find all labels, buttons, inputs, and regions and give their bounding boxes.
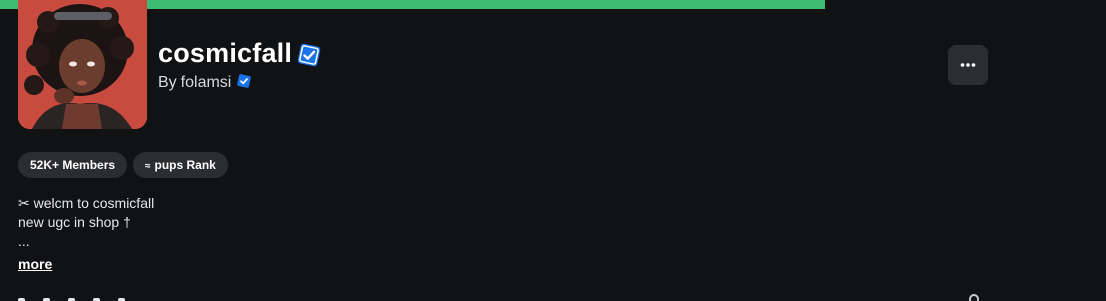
members-count-pill[interactable]: 52K+ Members xyxy=(18,152,128,178)
group-avatar[interactable] xyxy=(18,0,147,129)
group-title: cosmicfall xyxy=(158,38,293,68)
rank-pill[interactable]: ≈ pups Rank xyxy=(133,152,228,178)
group-owner-line: By folamsi xyxy=(158,73,252,93)
group-header-page: cosmicfall By folamsi 52K+ Members ≈ pups … xyxy=(0,0,1106,301)
description-line: ✂ welcm to cosmicfall xyxy=(18,195,155,211)
rank-icon: ≈ xyxy=(145,161,151,172)
cut-off-icon xyxy=(969,294,979,301)
owner-verified-icon xyxy=(237,74,252,88)
description-more-link[interactable]: more xyxy=(18,256,52,272)
cut-off-heading xyxy=(18,292,158,301)
group-description: ✂ welcm to cosmicfall new ugc in shop † … xyxy=(18,194,154,251)
group-avatar-image xyxy=(18,0,147,129)
owner-name-link[interactable]: folamsi xyxy=(181,74,232,91)
rank-label: pups Rank xyxy=(154,158,216,172)
description-line: new ugc in shop † xyxy=(18,214,131,230)
owner-prefix: By xyxy=(158,74,177,91)
description-line: ... xyxy=(18,233,30,249)
ellipsis-icon xyxy=(960,63,976,67)
more-options-button[interactable] xyxy=(948,45,988,85)
verified-badge-icon xyxy=(297,43,321,67)
